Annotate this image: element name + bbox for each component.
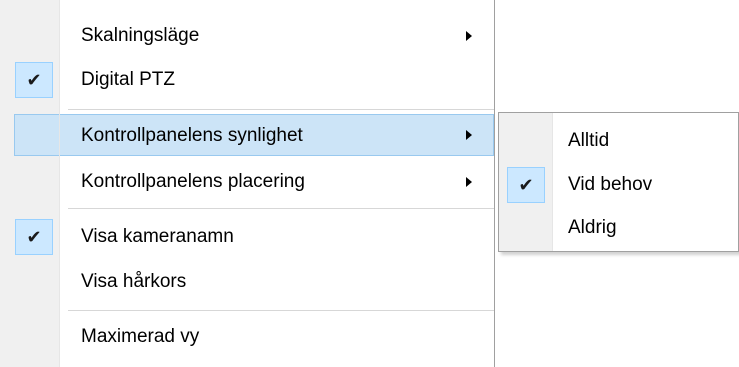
menu-item-label: Visa hårkors [81,271,187,292]
menu-item-label: Kontrollpanelens synlighet [81,125,303,146]
submenu-item-label: Alltid [568,130,610,151]
menu-item-digital-ptz[interactable]: ✔ Digital PTZ [0,58,494,102]
menu-separator [68,208,494,209]
menu-separator [68,109,494,110]
checkmark-icon: ✔ [507,167,545,203]
submenu-item-label: Vid behov [568,174,653,195]
checkmark-icon: ✔ [15,62,53,98]
visibility-submenu: Alltid ✔ Vid behov Aldrig [498,112,739,252]
submenu-item-when-needed[interactable]: ✔ Vid behov [499,163,738,207]
menu-item-label: Skalningsläge [81,25,200,46]
menu-item-show-crosshair[interactable]: Visa hårkors [0,260,494,304]
context-menu: Skalningsläge ✔ Digital PTZ Kontrollpane… [0,0,495,367]
menu-item-show-camera-name[interactable]: ✔ Visa kameranamn [0,215,494,259]
menu-separator [68,310,494,311]
menu-item-label: Digital PTZ [81,69,175,90]
menu-item-label: Maximerad vy [81,326,200,347]
submenu-item-label: Aldrig [568,217,617,238]
menu-item-label: Visa kameranamn [81,226,234,247]
submenu-arrow-icon [466,130,472,140]
menu-item-scaling-mode[interactable]: Skalningsläge [0,14,494,58]
menu-item-control-panel-placement[interactable]: Kontrollpanelens placering [0,160,494,204]
menu-item-control-panel-visibility[interactable]: Kontrollpanelens synlighet [14,114,494,156]
submenu-item-always[interactable]: Alltid [499,119,738,163]
submenu-arrow-icon [466,31,472,41]
menu-item-label: Kontrollpanelens placering [81,171,305,192]
menu-item-maximized-view[interactable]: Maximerad vy [0,315,494,359]
submenu-arrow-icon [466,177,472,187]
checkmark-icon: ✔ [15,219,53,255]
submenu-item-never[interactable]: Aldrig [499,206,738,250]
